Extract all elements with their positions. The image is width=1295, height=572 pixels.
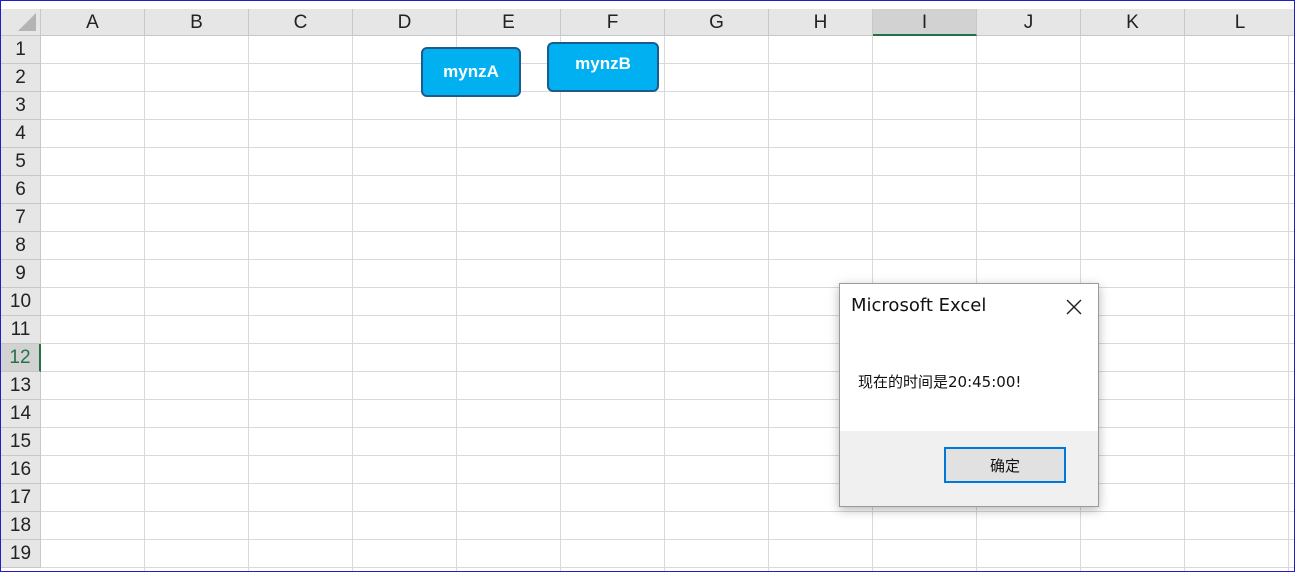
cell-grid[interactable] [41,36,1294,571]
message-box: Microsoft Excel 现在的时间是20:45:00! 确定 [839,283,1099,507]
column-header[interactable]: F [561,9,665,36]
row-header[interactable]: 4 [1,120,41,148]
row-header[interactable]: 5 [1,148,41,176]
row-header[interactable]: 10 [1,288,41,316]
column-header[interactable]: B [145,9,249,36]
column-header[interactable]: A [41,9,145,36]
column-header[interactable]: D [353,9,457,36]
dialog-footer: 确定 [840,431,1098,506]
row-header[interactable]: 14 [1,400,41,428]
row-header[interactable]: 6 [1,176,41,204]
column-header[interactable]: C [249,9,353,36]
row-header[interactable]: 2 [1,64,41,92]
top-strip [1,1,1294,9]
row-header[interactable]: 16 [1,456,41,484]
row-header[interactable]: 17 [1,484,41,512]
column-header[interactable]: I [873,9,977,36]
row-header[interactable]: 18 [1,512,41,540]
column-header[interactable]: G [665,9,769,36]
row-header[interactable]: 13 [1,372,41,400]
row-header[interactable]: 15 [1,428,41,456]
select-all-triangle-icon [18,13,36,31]
row-header[interactable]: 9 [1,260,41,288]
column-header[interactable]: J [977,9,1081,36]
close-icon[interactable] [1060,293,1088,321]
macro-button-b[interactable]: mynzB [547,42,659,92]
column-header[interactable]: L [1185,9,1294,36]
row-header[interactable]: 19 [1,540,41,568]
row-header[interactable]: 3 [1,92,41,120]
column-header[interactable]: K [1081,9,1185,36]
dialog-title: Microsoft Excel [851,295,987,316]
select-all-corner[interactable] [1,9,41,36]
column-header[interactable]: H [769,9,873,36]
row-header[interactable]: 1 [1,36,41,64]
column-header[interactable]: E [457,9,561,36]
row-header[interactable]: 8 [1,232,41,260]
macro-button-a[interactable]: mynzA [421,47,521,97]
dialog-message: 现在的时间是20:45:00! [858,373,1022,391]
excel-window: ABCDEFGHIJKL 1 2 3 4 5 6 7 8 9 10 11 12 13 14 15 16 17 18… [0,0,1295,572]
ok-button[interactable]: 确定 [944,447,1066,483]
row-header[interactable]: 12 [1,344,41,372]
row-header[interactable]: 11 [1,316,41,344]
row-header[interactable]: 7 [1,204,41,232]
